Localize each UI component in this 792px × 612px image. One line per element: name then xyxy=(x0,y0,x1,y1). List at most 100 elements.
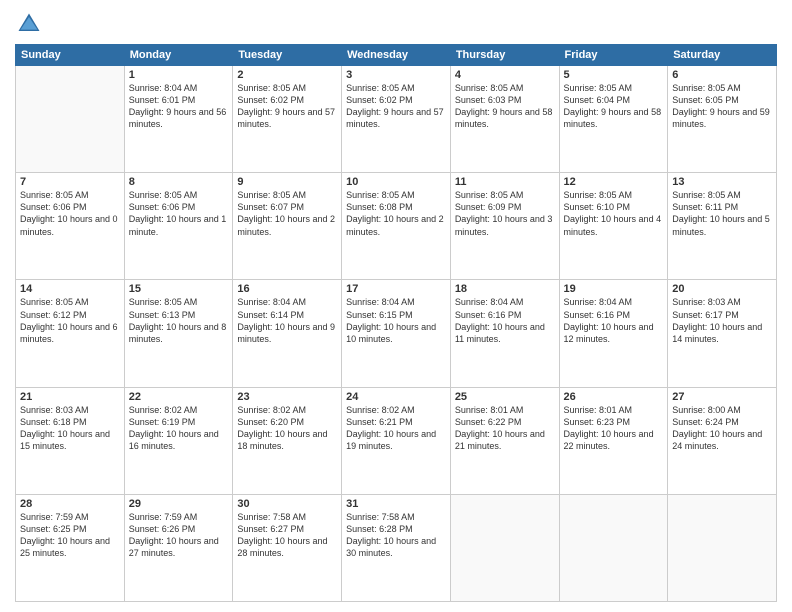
day-number: 23 xyxy=(237,391,337,403)
day-of-week-header: Monday xyxy=(124,45,233,66)
day-number: 31 xyxy=(346,498,446,510)
day-info: Sunrise: 8:01 AMSunset: 6:22 PMDaylight:… xyxy=(455,404,555,453)
day-number: 29 xyxy=(129,498,229,510)
day-info: Sunrise: 8:04 AMSunset: 6:14 PMDaylight:… xyxy=(237,296,337,345)
day-number: 19 xyxy=(564,283,664,295)
day-info: Sunrise: 8:05 AMSunset: 6:08 PMDaylight:… xyxy=(346,189,446,238)
calendar-cell: 4Sunrise: 8:05 AMSunset: 6:03 PMDaylight… xyxy=(450,66,559,173)
day-info: Sunrise: 8:05 AMSunset: 6:11 PMDaylight:… xyxy=(672,189,772,238)
calendar-cell: 22Sunrise: 8:02 AMSunset: 6:19 PMDayligh… xyxy=(124,387,233,494)
day-info: Sunrise: 8:04 AMSunset: 6:01 PMDaylight:… xyxy=(129,82,229,131)
calendar-cell: 11Sunrise: 8:05 AMSunset: 6:09 PMDayligh… xyxy=(450,173,559,280)
day-info: Sunrise: 8:04 AMSunset: 6:15 PMDaylight:… xyxy=(346,296,446,345)
calendar-cell: 25Sunrise: 8:01 AMSunset: 6:22 PMDayligh… xyxy=(450,387,559,494)
day-number: 16 xyxy=(237,283,337,295)
day-number: 10 xyxy=(346,176,446,188)
day-of-week-header: Sunday xyxy=(16,45,125,66)
day-info: Sunrise: 7:58 AMSunset: 6:28 PMDaylight:… xyxy=(346,511,446,560)
day-info: Sunrise: 8:05 AMSunset: 6:02 PMDaylight:… xyxy=(346,82,446,131)
calendar-cell: 18Sunrise: 8:04 AMSunset: 6:16 PMDayligh… xyxy=(450,280,559,387)
day-info: Sunrise: 8:01 AMSunset: 6:23 PMDaylight:… xyxy=(564,404,664,453)
day-of-week-header: Tuesday xyxy=(233,45,342,66)
calendar-cell: 26Sunrise: 8:01 AMSunset: 6:23 PMDayligh… xyxy=(559,387,668,494)
day-number: 9 xyxy=(237,176,337,188)
calendar-cell: 3Sunrise: 8:05 AMSunset: 6:02 PMDaylight… xyxy=(342,66,451,173)
calendar-cell: 1Sunrise: 8:04 AMSunset: 6:01 PMDaylight… xyxy=(124,66,233,173)
calendar-cell: 14Sunrise: 8:05 AMSunset: 6:12 PMDayligh… xyxy=(16,280,125,387)
day-number: 5 xyxy=(564,69,664,81)
calendar-cell: 10Sunrise: 8:05 AMSunset: 6:08 PMDayligh… xyxy=(342,173,451,280)
day-of-week-header: Thursday xyxy=(450,45,559,66)
day-info: Sunrise: 8:02 AMSunset: 6:21 PMDaylight:… xyxy=(346,404,446,453)
week-row: 7Sunrise: 8:05 AMSunset: 6:06 PMDaylight… xyxy=(16,173,777,280)
day-info: Sunrise: 8:05 AMSunset: 6:03 PMDaylight:… xyxy=(455,82,555,131)
week-row: 21Sunrise: 8:03 AMSunset: 6:18 PMDayligh… xyxy=(16,387,777,494)
calendar: SundayMondayTuesdayWednesdayThursdayFrid… xyxy=(15,44,777,602)
calendar-cell: 8Sunrise: 8:05 AMSunset: 6:06 PMDaylight… xyxy=(124,173,233,280)
day-number: 25 xyxy=(455,391,555,403)
day-number: 11 xyxy=(455,176,555,188)
calendar-cell: 13Sunrise: 8:05 AMSunset: 6:11 PMDayligh… xyxy=(668,173,777,280)
calendar-cell xyxy=(668,494,777,601)
day-number: 14 xyxy=(20,283,120,295)
day-number: 20 xyxy=(672,283,772,295)
calendar-cell: 23Sunrise: 8:02 AMSunset: 6:20 PMDayligh… xyxy=(233,387,342,494)
day-number: 7 xyxy=(20,176,120,188)
day-number: 8 xyxy=(129,176,229,188)
day-number: 13 xyxy=(672,176,772,188)
day-number: 28 xyxy=(20,498,120,510)
calendar-cell: 2Sunrise: 8:05 AMSunset: 6:02 PMDaylight… xyxy=(233,66,342,173)
calendar-cell: 30Sunrise: 7:58 AMSunset: 6:27 PMDayligh… xyxy=(233,494,342,601)
calendar-cell: 6Sunrise: 8:05 AMSunset: 6:05 PMDaylight… xyxy=(668,66,777,173)
day-info: Sunrise: 8:02 AMSunset: 6:20 PMDaylight:… xyxy=(237,404,337,453)
day-info: Sunrise: 8:05 AMSunset: 6:09 PMDaylight:… xyxy=(455,189,555,238)
day-number: 2 xyxy=(237,69,337,81)
day-info: Sunrise: 8:05 AMSunset: 6:13 PMDaylight:… xyxy=(129,296,229,345)
calendar-cell: 19Sunrise: 8:04 AMSunset: 6:16 PMDayligh… xyxy=(559,280,668,387)
day-number: 17 xyxy=(346,283,446,295)
day-info: Sunrise: 8:05 AMSunset: 6:07 PMDaylight:… xyxy=(237,189,337,238)
week-row: 1Sunrise: 8:04 AMSunset: 6:01 PMDaylight… xyxy=(16,66,777,173)
calendar-cell: 24Sunrise: 8:02 AMSunset: 6:21 PMDayligh… xyxy=(342,387,451,494)
calendar-cell: 5Sunrise: 8:05 AMSunset: 6:04 PMDaylight… xyxy=(559,66,668,173)
day-number: 15 xyxy=(129,283,229,295)
calendar-cell: 20Sunrise: 8:03 AMSunset: 6:17 PMDayligh… xyxy=(668,280,777,387)
header-row: SundayMondayTuesdayWednesdayThursdayFrid… xyxy=(16,45,777,66)
day-info: Sunrise: 8:05 AMSunset: 6:12 PMDaylight:… xyxy=(20,296,120,345)
header xyxy=(15,10,777,38)
day-info: Sunrise: 8:05 AMSunset: 6:06 PMDaylight:… xyxy=(20,189,120,238)
calendar-cell: 21Sunrise: 8:03 AMSunset: 6:18 PMDayligh… xyxy=(16,387,125,494)
calendar-cell: 7Sunrise: 8:05 AMSunset: 6:06 PMDaylight… xyxy=(16,173,125,280)
week-row: 28Sunrise: 7:59 AMSunset: 6:25 PMDayligh… xyxy=(16,494,777,601)
day-info: Sunrise: 8:04 AMSunset: 6:16 PMDaylight:… xyxy=(564,296,664,345)
day-info: Sunrise: 8:05 AMSunset: 6:10 PMDaylight:… xyxy=(564,189,664,238)
calendar-cell: 15Sunrise: 8:05 AMSunset: 6:13 PMDayligh… xyxy=(124,280,233,387)
calendar-cell: 28Sunrise: 7:59 AMSunset: 6:25 PMDayligh… xyxy=(16,494,125,601)
day-number: 24 xyxy=(346,391,446,403)
day-info: Sunrise: 8:04 AMSunset: 6:16 PMDaylight:… xyxy=(455,296,555,345)
calendar-cell: 16Sunrise: 8:04 AMSunset: 6:14 PMDayligh… xyxy=(233,280,342,387)
page: SundayMondayTuesdayWednesdayThursdayFrid… xyxy=(0,0,792,612)
calendar-cell xyxy=(559,494,668,601)
calendar-cell xyxy=(450,494,559,601)
calendar-cell: 17Sunrise: 8:04 AMSunset: 6:15 PMDayligh… xyxy=(342,280,451,387)
day-number: 6 xyxy=(672,69,772,81)
logo xyxy=(15,10,47,38)
day-number: 30 xyxy=(237,498,337,510)
week-row: 14Sunrise: 8:05 AMSunset: 6:12 PMDayligh… xyxy=(16,280,777,387)
calendar-cell: 27Sunrise: 8:00 AMSunset: 6:24 PMDayligh… xyxy=(668,387,777,494)
day-info: Sunrise: 8:05 AMSunset: 6:02 PMDaylight:… xyxy=(237,82,337,131)
day-number: 21 xyxy=(20,391,120,403)
day-info: Sunrise: 8:05 AMSunset: 6:05 PMDaylight:… xyxy=(672,82,772,131)
day-number: 12 xyxy=(564,176,664,188)
calendar-cell: 31Sunrise: 7:58 AMSunset: 6:28 PMDayligh… xyxy=(342,494,451,601)
day-number: 18 xyxy=(455,283,555,295)
day-info: Sunrise: 8:05 AMSunset: 6:04 PMDaylight:… xyxy=(564,82,664,131)
day-of-week-header: Saturday xyxy=(668,45,777,66)
day-number: 4 xyxy=(455,69,555,81)
calendar-cell: 29Sunrise: 7:59 AMSunset: 6:26 PMDayligh… xyxy=(124,494,233,601)
day-number: 22 xyxy=(129,391,229,403)
logo-icon xyxy=(15,10,43,38)
day-info: Sunrise: 8:05 AMSunset: 6:06 PMDaylight:… xyxy=(129,189,229,238)
day-info: Sunrise: 8:02 AMSunset: 6:19 PMDaylight:… xyxy=(129,404,229,453)
